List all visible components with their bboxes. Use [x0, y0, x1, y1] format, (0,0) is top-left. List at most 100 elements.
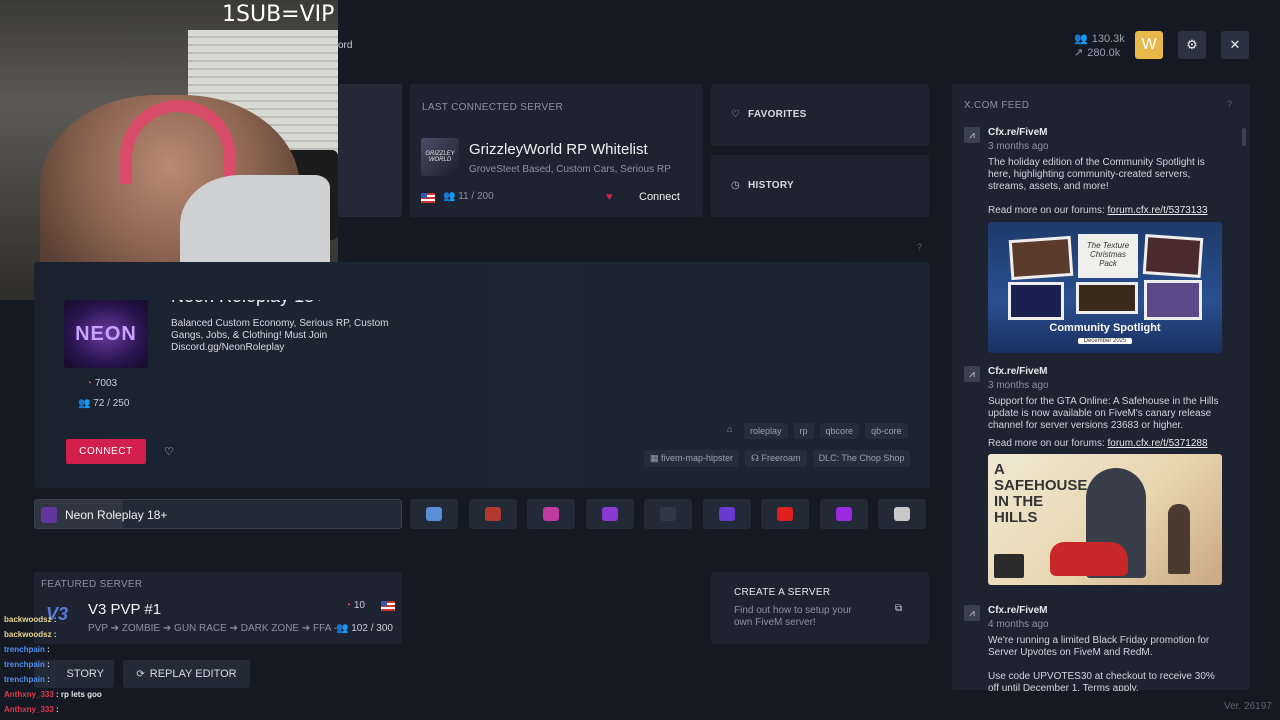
server-strip-item[interactable] — [527, 499, 575, 529]
tag-item[interactable]: rp — [793, 423, 814, 439]
last-connected-header: LAST CONNECTED SERVER — [422, 102, 563, 113]
server-strip-item[interactable] — [468, 499, 517, 529]
server-strip-item[interactable] — [585, 499, 634, 529]
last-connected-card[interactable]: LAST CONNECTED SERVER GRIZZLEY WORLD Gri… — [410, 84, 703, 217]
server-strip — [410, 499, 926, 529]
spotlight-connect-button[interactable]: CONNECT — [66, 439, 146, 464]
red-car — [1050, 542, 1128, 576]
spotlight-name: Neon Roleplay 18+ — [171, 286, 325, 306]
featured-description: PVP ➔ ZOMBIE ➔ GUN RACE ➔ DARK ZONE ➔ FF… — [88, 623, 337, 634]
tag-item[interactable]: roleplay — [744, 423, 788, 439]
safehouse-title: A SAFEHOUSE IN THE HILLS — [994, 461, 1088, 526]
spotlight-card: Neon Roleplay 18+ NEON Balanced Custom E… — [34, 262, 930, 488]
server-strip-item[interactable] — [702, 499, 751, 529]
top-stats: 👥 130.3k ↗ 280.0k — [1074, 32, 1125, 60]
chat-user: backwoodsz — [4, 615, 52, 624]
cfx-logo-icon: ⩘ — [964, 127, 980, 143]
feed-item: ⩘ Cfx.re/FiveM 4 months ago We're runnin… — [964, 605, 1234, 691]
last-connect-button[interactable]: Connect — [639, 191, 680, 203]
feed-author[interactable]: Cfx.re/FiveM — [988, 127, 1234, 138]
server-strip-item[interactable] — [819, 499, 868, 529]
history-card[interactable]: ◷ HISTORY — [711, 155, 929, 217]
neon-logo: NEON — [64, 300, 148, 368]
feed-scrollbar[interactable] — [1242, 128, 1246, 146]
feed-help-icon[interactable]: ? — [1227, 99, 1232, 109]
heart-icon[interactable]: ♥ — [606, 191, 613, 203]
chat-line: backwoodsz : — [4, 630, 57, 639]
history-clock-icon: ◷ — [731, 180, 740, 191]
servers-count: 280.0k — [1087, 47, 1121, 59]
close-icon: ✕ — [1229, 37, 1241, 52]
server-icon — [777, 507, 793, 521]
feed-time: 4 months ago — [988, 619, 1049, 630]
chat-message: rp lets goo — [60, 690, 102, 699]
resource-item[interactable]: ☊ Freeroam — [745, 450, 807, 467]
photo-frame — [1144, 280, 1202, 320]
spotlight-upvotes: ◔ 7003 — [86, 378, 118, 389]
photo-frame — [1008, 235, 1074, 281]
feed-item: ⩘ Cfx.re/FiveM 3 months ago Support for … — [964, 366, 1234, 585]
favorites-label: FAVORITES — [748, 109, 807, 120]
gamemode-icon: ☊ — [751, 453, 762, 463]
tag-item[interactable]: qbcore — [819, 423, 860, 439]
favorites-heart-icon: ♡ — [731, 109, 740, 120]
resource-item[interactable]: ▦ fivem-map-hipster — [644, 450, 740, 467]
upvote-icon: ◔ — [86, 378, 95, 389]
server-icon — [894, 507, 910, 521]
partial-text: ord — [338, 40, 353, 51]
photo-frame: The Texture Christmas Pack — [1078, 234, 1138, 278]
chat-line: trenchpain : — [4, 645, 50, 654]
server-strip-item[interactable] — [644, 499, 692, 529]
chat-user: trenchpain — [4, 645, 45, 654]
server-strip-item[interactable] — [761, 499, 809, 529]
neon-logo-text: NEON — [75, 322, 137, 345]
chat-line: Anthxny_333 : — [4, 705, 59, 714]
feed-text: The holiday edition of the Community Spo… — [988, 157, 1205, 192]
favorites-card[interactable]: ♡ FAVORITES — [711, 84, 929, 146]
chat-line: trenchpain : — [4, 660, 50, 669]
settings-button[interactable]: ⚙ — [1178, 31, 1206, 59]
photo-frame — [1008, 282, 1064, 320]
server-strip-item[interactable] — [878, 499, 926, 529]
webcam-overlay: 1SUB=VIP — [0, 0, 338, 300]
photo-frame — [1076, 282, 1138, 314]
replay-editor-button[interactable]: ⟳ REPLAY EDITOR — [123, 660, 250, 688]
players-icon: 👥 — [336, 623, 352, 634]
selected-server-bar[interactable]: Neon Roleplay 18+ — [34, 499, 402, 529]
resource-item[interactable]: DLC: The Chop Shop — [812, 450, 911, 467]
chat-line: Anthxny_333 : rp lets goo — [4, 690, 102, 699]
chat-user: Anthxny_333 — [4, 690, 54, 699]
history-label: HISTORY — [748, 180, 794, 191]
feed-image[interactable]: A SAFEHOUSE IN THE HILLS — [988, 454, 1222, 585]
feed-text: We're running a limited Black Friday pro… — [988, 635, 1210, 658]
create-server-card[interactable]: CREATE A SERVER Find out how to setup yo… — [711, 572, 929, 644]
feed-image[interactable]: The Texture Christmas Pack Community Spo… — [988, 222, 1222, 353]
cfx-logo-icon: ⩘ — [964, 366, 980, 382]
play-panel — [338, 84, 402, 217]
tag-item[interactable]: qb-core — [865, 423, 908, 439]
chat-line: trenchpain : — [4, 675, 50, 684]
grizzley-logo-text: GRIZZLEY WORLD — [425, 151, 455, 163]
user-avatar-button[interactable]: W — [1135, 31, 1163, 59]
feed-link[interactable]: forum.cfx.re/t/5373133 — [1108, 205, 1208, 216]
feed-author[interactable]: Cfx.re/FiveM — [988, 366, 1234, 377]
feed-image-caption: Community Spotlight — [1049, 322, 1161, 334]
feed-link[interactable]: forum.cfx.re/t/5371288 — [1108, 438, 1208, 449]
feed-read-more: Read more on our forums: forum.cfx.re/t/… — [988, 438, 1208, 449]
help-icon[interactable]: ? — [917, 242, 922, 252]
character-figure — [1168, 504, 1190, 574]
spotlight-favorite-icon[interactable]: ♡ — [164, 445, 174, 458]
server-icon — [601, 507, 618, 521]
last-server-description: GroveSteet Based, Custom Cars, Serious R… — [469, 164, 671, 175]
selected-progress — [35, 500, 123, 528]
close-button[interactable]: ✕ — [1221, 31, 1249, 59]
spotlight-players: 👥 72 / 250 — [78, 398, 130, 409]
server-strip-item[interactable] — [410, 499, 458, 529]
feed-author[interactable]: Cfx.re/FiveM — [988, 605, 1234, 616]
server-icon — [718, 507, 735, 521]
players-online: 130.3k — [1091, 33, 1125, 45]
feed-header: X.COM FEED — [964, 100, 1030, 111]
chat-line: backwoodsz : — [4, 615, 57, 624]
chat-user: backwoodsz — [4, 630, 52, 639]
featured-players: 👥 102 / 300 — [336, 623, 393, 634]
